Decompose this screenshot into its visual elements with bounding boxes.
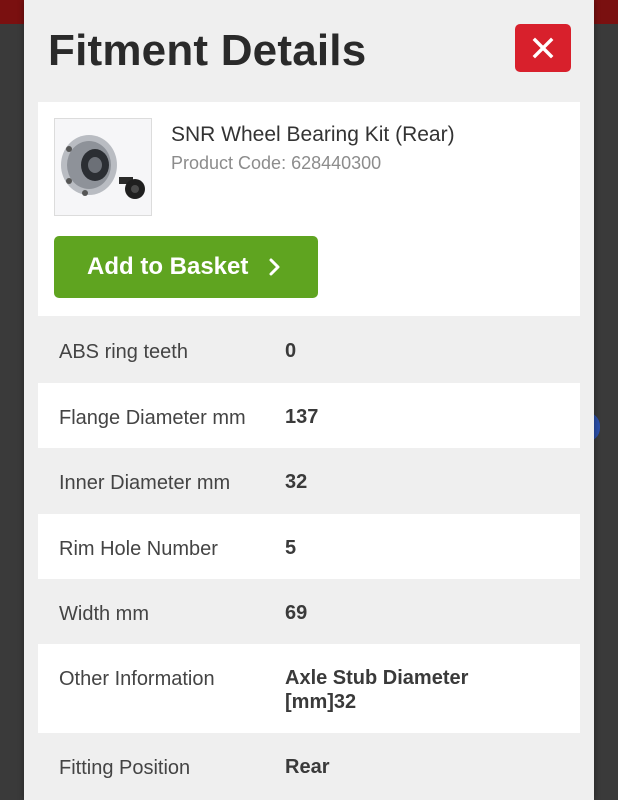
product-code: Product Code: 628440300 [171, 153, 382, 173]
spec-value: 5 [285, 537, 297, 559]
spec-value: Rear [285, 756, 330, 778]
spec-value: 0 [285, 340, 297, 362]
spec-row: Width mm 69 [38, 579, 580, 644]
spec-row: Other Information Axle Stub Diameter [mm… [38, 644, 580, 733]
fitment-modal: Fitment Details SNR Wheel Bearing Kit (R… [24, 0, 594, 800]
product-name[interactable]: SNR Wheel Bearing Kit (Rear) [171, 123, 455, 147]
spec-row: ABS ring teeth 0 [38, 317, 580, 383]
spec-label: Rim Hole Number [59, 538, 218, 560]
spec-label: Width mm [59, 603, 149, 625]
spec-label: Inner Diameter mm [59, 472, 231, 494]
spec-row: Rim Hole Number 5 [38, 514, 580, 579]
spec-value: Axle Stub Diameter [mm]32 [285, 667, 469, 713]
close-button[interactable] [515, 24, 571, 72]
spec-row: Fitting Position Rear [38, 733, 580, 800]
spec-value: 137 [285, 406, 319, 428]
chevron-right-icon [269, 258, 280, 276]
add-to-basket-label: Add to Basket [87, 253, 249, 280]
spec-row: Inner Diameter mm 32 [38, 448, 580, 514]
product-image[interactable] [54, 118, 152, 216]
spec-label: ABS ring teeth [59, 341, 188, 363]
product-card: SNR Wheel Bearing Kit (Rear) Product Cod… [38, 102, 580, 316]
spec-label: Other Information [59, 668, 215, 690]
close-icon [532, 37, 554, 59]
modal-title: Fitment Details [48, 26, 367, 75]
spec-row: Flange Diameter mm 137 [38, 383, 580, 448]
spec-label: Fitting Position [59, 757, 191, 779]
spec-table: ABS ring teeth 0 Flange Diameter mm 137 … [38, 317, 580, 800]
spec-value: 69 [285, 602, 308, 624]
wheel-bearing-image [61, 135, 145, 199]
spec-value: 32 [285, 471, 308, 493]
add-to-basket-button[interactable]: Add to Basket [54, 236, 318, 298]
spec-label: Flange Diameter mm [59, 407, 246, 429]
